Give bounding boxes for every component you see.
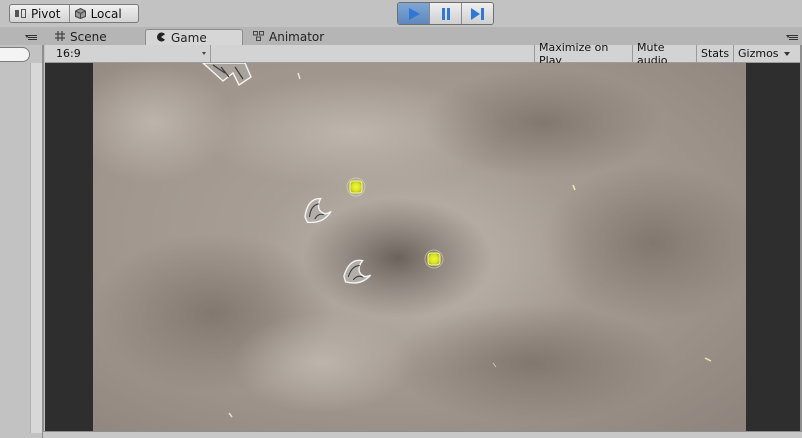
game-view-toolbar: 16:9 Maximize on Play Mute audio Stats G… bbox=[45, 41, 802, 67]
step-button[interactable] bbox=[462, 3, 493, 24]
scene-grid-icon bbox=[55, 30, 65, 44]
maximize-on-play-toggle[interactable]: Maximize on Play bbox=[534, 41, 632, 67]
aspect-ratio-value: 16:9 bbox=[56, 47, 81, 60]
tab-animator-label: Animator bbox=[269, 30, 325, 44]
play-icon bbox=[408, 7, 420, 20]
aspect-ratio-dropdown[interactable]: 16:9 bbox=[45, 45, 211, 62]
game-pacman-icon bbox=[156, 31, 166, 45]
tab-game-label: Game bbox=[171, 31, 207, 45]
top-toolbar: Pivot Local bbox=[0, 0, 802, 27]
game-view[interactable] bbox=[45, 63, 800, 431]
tab-animator[interactable]: Animator bbox=[253, 29, 324, 45]
game-scene bbox=[93, 63, 746, 431]
pivot-label: Pivot bbox=[31, 6, 61, 21]
pivot-icon bbox=[15, 9, 26, 18]
game-render-viewport[interactable] bbox=[93, 63, 746, 431]
panel-search-field[interactable] bbox=[0, 47, 30, 62]
pause-button[interactable] bbox=[430, 3, 462, 24]
animator-icon bbox=[253, 30, 264, 44]
play-button[interactable] bbox=[398, 3, 430, 24]
local-button[interactable]: Local bbox=[70, 5, 138, 22]
gizmos-dropdown[interactable]: Gizmos bbox=[733, 45, 790, 62]
pickup-orb-1 bbox=[346, 177, 366, 197]
playback-controls bbox=[397, 2, 494, 25]
stats-toggle[interactable]: Stats bbox=[696, 45, 733, 62]
dropdown-arrow-icon bbox=[202, 52, 206, 55]
local-cube-icon bbox=[74, 7, 86, 20]
panel-divider bbox=[42, 45, 44, 438]
inspector-panel-partial bbox=[0, 45, 44, 438]
panel-scrollbar[interactable] bbox=[30, 63, 42, 433]
panel-menu-icon[interactable] bbox=[25, 35, 37, 41]
tab-scene-label: Scene bbox=[70, 30, 107, 44]
game-view-bottom-border bbox=[43, 431, 802, 438]
mute-audio-toggle[interactable]: Mute audio bbox=[632, 41, 696, 67]
chevron-down-icon bbox=[783, 51, 790, 56]
tab-game[interactable]: Game bbox=[145, 29, 243, 46]
gizmos-label: Gizmos bbox=[738, 47, 779, 60]
tab-scene[interactable]: Scene bbox=[55, 29, 107, 45]
pivot-button[interactable]: Pivot bbox=[10, 5, 70, 22]
step-icon bbox=[470, 7, 484, 20]
local-label: Local bbox=[90, 6, 122, 21]
pickup-orb-2 bbox=[424, 249, 444, 269]
stats-label: Stats bbox=[701, 47, 730, 60]
pivot-local-toggle-group: Pivot Local bbox=[9, 4, 139, 23]
game-panel-menu-icon[interactable] bbox=[786, 35, 798, 41]
pause-icon bbox=[441, 7, 450, 20]
